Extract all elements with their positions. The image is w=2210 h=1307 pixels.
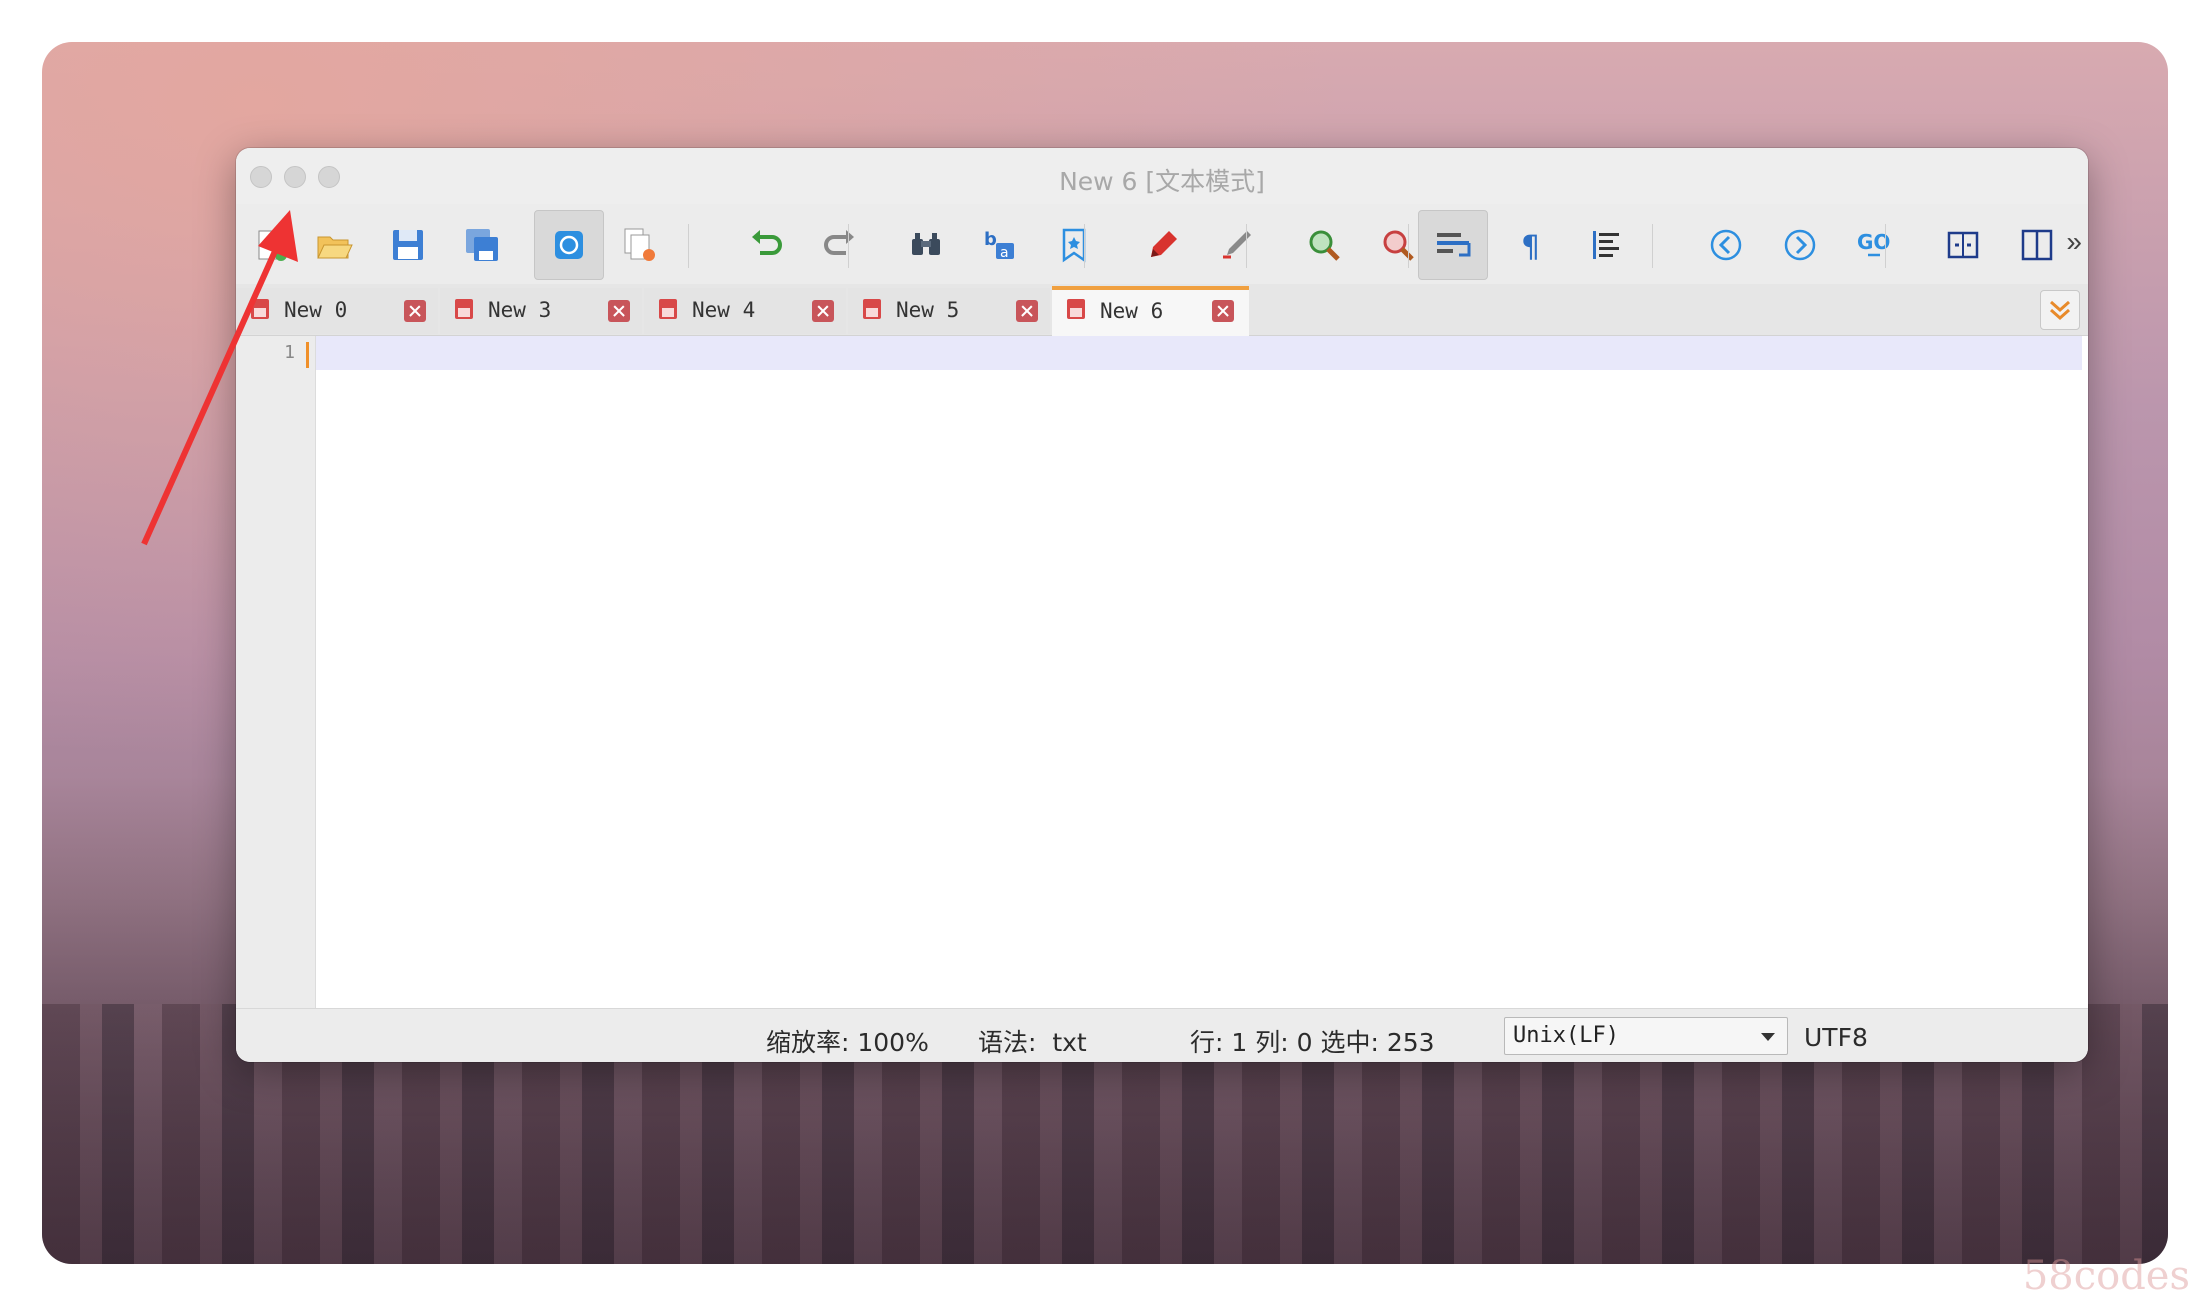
line-ending-value: Unix(LF) [1513, 1023, 1619, 1048]
undo-button[interactable] [731, 210, 801, 280]
compare-icon [555, 231, 583, 259]
tab-close-button[interactable] [1212, 300, 1234, 322]
tab-list-button[interactable] [2040, 290, 2080, 330]
syntax-status: 语法: txt [978, 1028, 1087, 1057]
document-icon [1067, 299, 1085, 319]
save-button[interactable] [373, 210, 443, 280]
indent-guide-button[interactable] [1570, 210, 1640, 280]
encoding-status: UTF8 [1804, 1023, 1868, 1052]
window-title: New 6 [文本模式] [1059, 167, 1265, 196]
watermark: 58codes [2022, 1253, 2190, 1299]
toolbar-overflow-button[interactable]: » [2066, 226, 2082, 258]
double-chevron-down-icon [2050, 300, 2070, 321]
replace-icon: ba [984, 229, 1014, 261]
compare-button[interactable] [534, 210, 604, 280]
toolbar: ba ¶ GO » [236, 204, 2088, 284]
line-ending-select[interactable]: Unix(LF) [1504, 1017, 1788, 1055]
annotation-arrow-icon [141, 210, 298, 546]
close-file-icon [624, 228, 655, 261]
tab-label: New 5 [896, 298, 960, 322]
status-bar: 缩放率: 100% 语法: txt 行: 1 列: 0 选中: 253 Unix… [236, 1008, 2088, 1062]
find-icon [912, 233, 940, 255]
dropdown-arrow-icon [1761, 1033, 1775, 1041]
document-icon [863, 299, 881, 319]
clear-mark-icon [1223, 231, 1251, 259]
undo-icon [752, 230, 782, 255]
indent-guide-icon [1593, 231, 1619, 259]
document-icon [659, 299, 677, 319]
svg-text:b: b [984, 229, 997, 250]
tab-new-5[interactable]: New 5 [848, 288, 1050, 334]
tab-label: New 4 [692, 298, 756, 322]
word-wrap-icon [1437, 233, 1471, 257]
previous-icon [1710, 229, 1742, 261]
svg-text:a: a [1000, 245, 1009, 261]
tab-new-4[interactable]: New 4 [644, 288, 846, 334]
cursor-position-status: 行: 1 列: 0 选中: 253 [1190, 1028, 1435, 1057]
tab-bar: New 0 New 3 New 4 New 5 New 6 [236, 284, 2088, 336]
previous-button[interactable] [1691, 210, 1761, 280]
redo-icon [824, 230, 854, 255]
goto-icon: GO [1857, 230, 1890, 257]
tab-close-button[interactable] [812, 300, 834, 322]
tab-new-3[interactable]: New 3 [440, 288, 642, 334]
close-file-button[interactable] [604, 210, 674, 280]
fullscreen-icon [1947, 231, 1979, 259]
marker-button[interactable] [1128, 210, 1198, 280]
zoom-in-icon [1309, 230, 1340, 261]
text-editor[interactable]: 1 [236, 336, 2088, 1008]
clear-mark-button[interactable] [1202, 210, 1272, 280]
show-symbols-button[interactable]: ¶ [1496, 210, 1566, 280]
zoom-out-icon [1383, 230, 1414, 261]
word-wrap-button[interactable] [1418, 210, 1488, 280]
next-icon [1784, 229, 1816, 261]
next-button[interactable] [1765, 210, 1835, 280]
tab-label: New 3 [488, 298, 552, 322]
goto-button[interactable]: GO [1839, 210, 1909, 280]
find-button[interactable] [891, 210, 961, 280]
zoom-status: 缩放率: 100% [766, 1028, 929, 1057]
bookmark-button[interactable] [1039, 210, 1109, 280]
tab-close-button[interactable] [404, 300, 426, 322]
replace-button[interactable]: ba [965, 210, 1035, 280]
redo-button[interactable] [805, 210, 875, 280]
fullscreen-button[interactable] [1928, 210, 1998, 280]
tab-close-button[interactable] [1016, 300, 1038, 322]
split-view-button[interactable] [2002, 210, 2072, 280]
editor-window: New 6 [文本模式] ba ¶ GO » New 0 New 3 New 4… [236, 148, 2088, 1062]
tab-close-button[interactable] [608, 300, 630, 322]
document-icon [455, 299, 473, 319]
bookmark-icon [1062, 228, 1086, 263]
save-all-button[interactable] [447, 210, 517, 280]
open-file-icon [317, 236, 353, 259]
zoom-in-button[interactable] [1289, 210, 1359, 280]
marker-icon [1151, 231, 1177, 257]
title-bar: New 6 [文本模式] [236, 148, 2088, 204]
current-line-highlight [316, 336, 2082, 370]
tab-label: New 6 [1100, 299, 1164, 323]
svg-text:¶: ¶ [1521, 230, 1540, 265]
show-symbols-icon: ¶ [1521, 230, 1540, 265]
save-all-icon [466, 229, 498, 261]
tab-new-6[interactable]: New 6 [1052, 286, 1249, 336]
split-view-icon [2021, 229, 2053, 261]
save-icon [393, 230, 423, 260]
